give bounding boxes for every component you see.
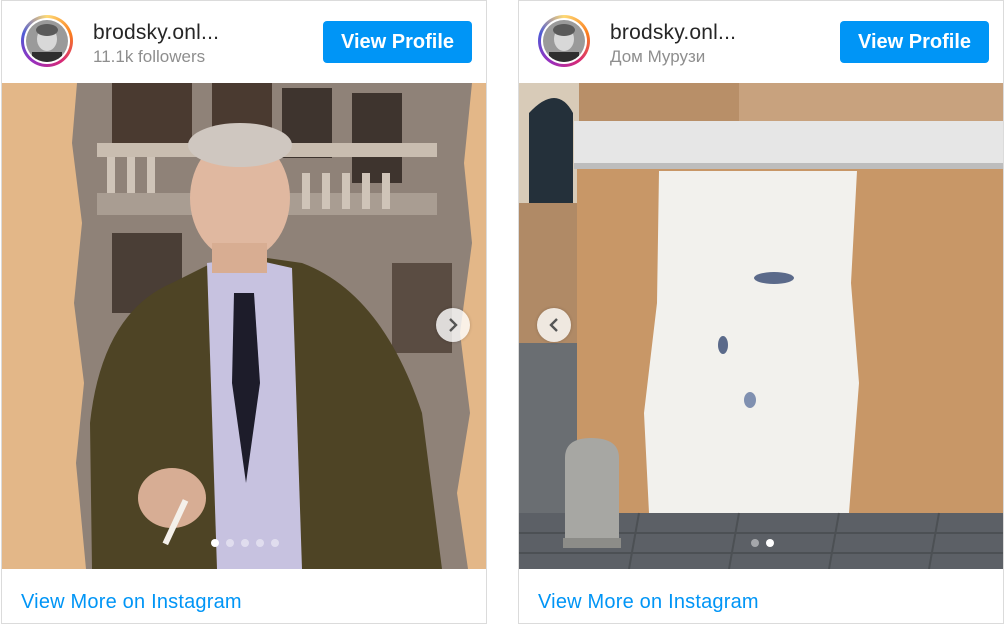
carousel-dot (211, 539, 219, 547)
carousel-dot (241, 539, 249, 547)
carousel-dot (765, 539, 774, 547)
carousel-dot (750, 539, 759, 547)
next-slide-button[interactable] (436, 308, 470, 342)
view-more-on-instagram-link[interactable]: View More on Instagram (21, 591, 242, 614)
post-header: brodsky.onl... Дом Мурузи View Profile (519, 1, 1003, 83)
profile-photo (543, 20, 585, 62)
post-header: brodsky.onl... 11.1k followers View Prof… (2, 1, 486, 83)
post-image[interactable] (2, 83, 486, 569)
avatar[interactable] (538, 15, 590, 67)
carousel-dot (256, 539, 264, 547)
post-image[interactable] (519, 83, 1003, 569)
instagram-post-card: brodsky.onl... Дом Мурузи View Profile V… (518, 0, 1004, 624)
previous-slide-button[interactable] (537, 308, 571, 342)
instagram-post-card: brodsky.onl... 11.1k followers View Prof… (1, 0, 487, 624)
view-more-on-instagram-link[interactable]: View More on Instagram (538, 591, 759, 614)
carousel-dots (2, 539, 486, 547)
carousel-dot (226, 539, 234, 547)
view-profile-button[interactable]: View Profile (323, 21, 472, 63)
carousel-dots (519, 539, 1003, 547)
profile-photo (26, 20, 68, 62)
chevron-right-icon (449, 318, 458, 332)
carousel-dot (271, 539, 279, 547)
avatar[interactable] (21, 15, 73, 67)
view-profile-button[interactable]: View Profile (840, 21, 989, 63)
follower-count: 11.1k followers (93, 47, 206, 66)
chevron-left-icon (549, 318, 558, 332)
username[interactable]: brodsky.onl... (610, 21, 736, 45)
location-label[interactable]: Дом Мурузи (610, 47, 705, 67)
username[interactable]: brodsky.onl... (93, 21, 219, 45)
